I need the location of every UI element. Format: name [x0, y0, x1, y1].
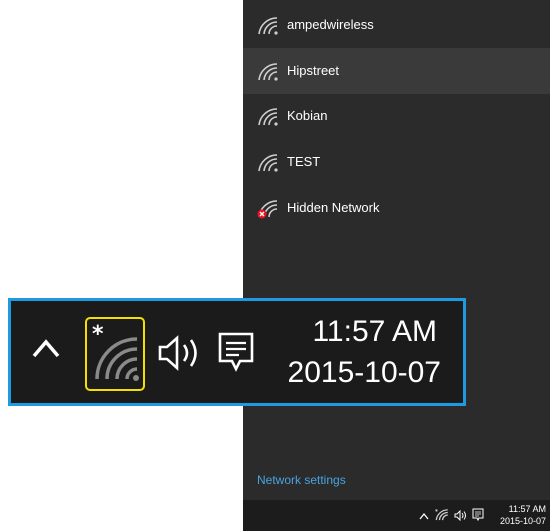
svg-text:*: *: [435, 510, 438, 516]
zoomed-taskbar-inset: * 11:57 AM 2015-10-07: [8, 298, 466, 406]
wifi-icon: [258, 108, 278, 126]
zoomed-date[interactable]: 2015-10-07: [288, 356, 441, 390]
network-name: Hidden Network: [287, 200, 380, 215]
network-name: ampedwireless: [287, 17, 374, 32]
wifi-icon: [258, 17, 278, 35]
action-center-icon[interactable]: [472, 508, 484, 522]
network-name: Hipstreet: [287, 63, 340, 78]
wifi-error-icon: [257, 200, 278, 219]
taskbar-time[interactable]: 11:57 AM: [486, 504, 546, 514]
network-item-ampedwireless[interactable]: ampedwireless: [243, 2, 550, 48]
network-item-hidden-network[interactable]: Hidden Network: [243, 185, 550, 231]
show-hidden-icons-chevron-icon[interactable]: [31, 337, 61, 359]
taskbar: * 11:57 AM 2015-10-07: [243, 500, 550, 531]
show-hidden-icons-chevron-icon[interactable]: [419, 512, 429, 520]
svg-text:*: *: [92, 322, 104, 347]
network-item-hipstreet[interactable]: Hipstreet: [243, 48, 550, 94]
network-item-kobian[interactable]: Kobian: [243, 93, 550, 139]
action-center-icon[interactable]: [217, 331, 255, 375]
wifi-highlight-box: *: [85, 317, 145, 391]
wifi-icon[interactable]: *: [87, 319, 143, 389]
network-name: Kobian: [287, 108, 328, 123]
network-item-test[interactable]: TEST: [243, 139, 550, 185]
zoomed-time[interactable]: 11:57 AM: [312, 315, 437, 349]
wifi-icon: [258, 154, 278, 172]
network-settings-link[interactable]: Network settings: [257, 473, 346, 487]
wifi-icon[interactable]: *: [435, 508, 449, 522]
speaker-icon[interactable]: [454, 510, 467, 521]
wifi-icon: [258, 63, 278, 81]
taskbar-date[interactable]: 2015-10-07: [486, 516, 546, 526]
speaker-icon[interactable]: [157, 335, 207, 371]
network-name: TEST: [287, 154, 321, 169]
network-flyout: ampedwireless Hipstreet Kobian TEST Hidd…: [243, 0, 550, 531]
